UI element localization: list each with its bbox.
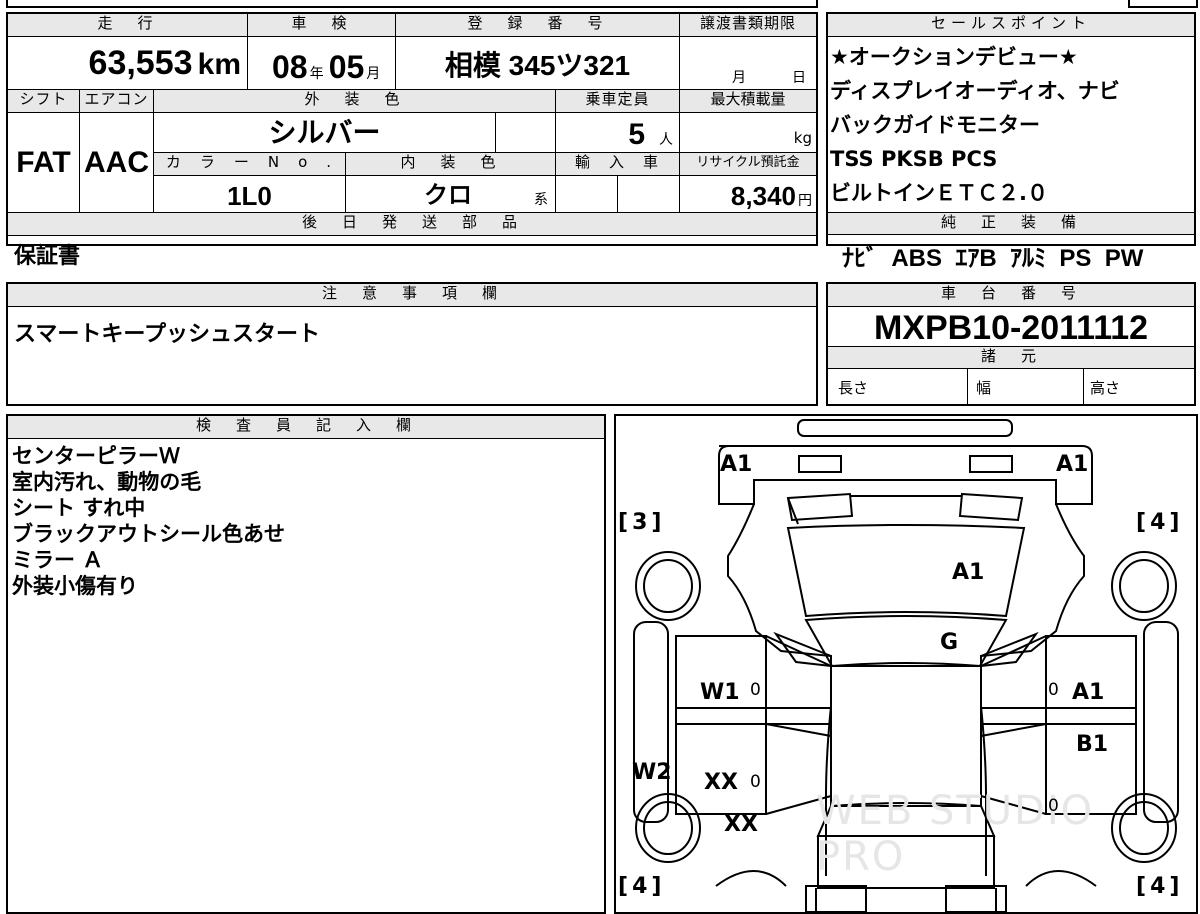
import-value-1	[556, 176, 618, 213]
shift-header: シフト	[8, 90, 80, 113]
spec-height: 高さ	[1090, 379, 1121, 397]
mark-left-front-door: W1	[700, 680, 740, 705]
chassis-box: 車 台 番 号 MXPB10-2011112 諸 元 長さ 幅 高さ	[826, 282, 1196, 406]
interior-color-value: クロ 系	[346, 176, 556, 213]
recycle-header: リサイクル預託金	[680, 153, 816, 176]
sales-point-item: TSS PKSB PCS	[830, 147, 998, 171]
capacity-header: 乗車定員	[556, 90, 680, 113]
registration-value: 相模 345ツ321	[396, 37, 680, 90]
registration-header: 登 録 番 号	[396, 14, 680, 37]
recycle-value: 8,340 円	[680, 176, 816, 213]
inspector-line: ミラー Ａ	[12, 548, 104, 572]
mileage-value: 63,553 km	[8, 37, 248, 90]
chassis-header: 車 台 番 号	[828, 284, 1194, 307]
transfer-deadline-header: 譲渡書類期限	[680, 14, 816, 37]
mark-left-rear-door: XX	[704, 770, 738, 795]
standard-equipment-header: 純 正 装 備	[828, 212, 1194, 235]
notes-header: 注 意 事 項 欄	[8, 284, 816, 307]
spec-width: 幅	[968, 369, 1084, 404]
standard-equipment-value: ﾅﾋﾞ ABS ｴｱB ｱﾙﾐ PS PW	[842, 245, 1144, 272]
tire-front-left: [3]	[618, 510, 666, 535]
zero-right-rear: 0	[1048, 796, 1059, 816]
spec-length: 長さ	[828, 369, 968, 404]
exterior-color-extra	[496, 113, 556, 153]
inspector-box: 検 査 員 記 入 欄 センターピラーＷ 室内汚れ、動物の毛 シート すれ中 ブラック…	[6, 414, 606, 914]
inspector-line: 外装小傷有り	[12, 574, 138, 598]
sales-point-item: ディスプレイオーディオ、ナビ	[830, 79, 1120, 103]
top-stub-left	[6, 0, 818, 8]
zero-right-front: 0	[1048, 680, 1059, 700]
mark-right-front-door: A1	[1072, 680, 1105, 705]
mark-left-pillar: W2	[632, 760, 672, 785]
max-load-header: 最大積載量	[680, 90, 816, 113]
exterior-color-header: 外 装 色	[154, 90, 556, 113]
import-value-2	[618, 176, 680, 213]
interior-color-header: 内 装 色	[346, 153, 556, 176]
tire-rear-right: [4]	[1136, 874, 1184, 899]
capacity-value: 5人	[556, 113, 680, 153]
inspection-header: 車 検	[248, 14, 396, 37]
inspector-lines: センターピラーＷ 室内汚れ、動物の毛 シート すれ中 ブラックアウトシール色あせ ミラー…	[12, 443, 285, 599]
notes-value: スマートキープッシュスタート	[14, 322, 321, 347]
inspection-value: 08 年 05 月	[248, 37, 396, 90]
import-header: 輸 入 車	[556, 153, 680, 176]
top-stub-right	[1128, 0, 1198, 8]
mark-front-right: A1	[1056, 452, 1089, 477]
color-no-header: カ ラ ー N o .	[154, 153, 346, 176]
sales-point-item: ★オークションデビュー★	[830, 45, 1078, 69]
damage-diagram: WEB STUDIO PRO [3] [4] [4] [4] A1 A1 A1 …	[614, 414, 1198, 914]
mark-windshield: G	[940, 630, 959, 655]
sales-point-item: バックガイドモニター	[830, 113, 1040, 137]
aircon-value: AAC	[80, 113, 154, 213]
sales-point-item: ビルトインＥＴＣ２.０	[830, 181, 1048, 205]
sales-points-header: セールスポイント	[828, 14, 1194, 37]
tire-rear-left: [4]	[618, 874, 666, 899]
sales-points-list: ★オークションデビュー★ ディスプレイオーディオ、ナビ バックガイドモニター TSS …	[830, 40, 1192, 210]
inspector-line: 室内汚れ、動物の毛	[12, 470, 202, 494]
max-load-value: kg	[680, 113, 816, 153]
later-parts-header: 後 日 発 送 部 品	[8, 213, 816, 236]
inspector-line: シート すれ中	[12, 496, 146, 520]
inspector-line: ブラックアウトシール色あせ	[12, 522, 285, 546]
shift-value: FAT	[8, 113, 80, 213]
tire-front-right: [4]	[1136, 510, 1184, 535]
watermark: WEB STUDIO PRO	[816, 788, 1095, 880]
mark-right-rear-door: B1	[1076, 732, 1109, 757]
sales-points-box: セールスポイント ★オークションデビュー★ ディスプレイオーディオ、ナビ バックガイ…	[826, 12, 1196, 272]
vehicle-info-table: 走 行 車 検 登 録 番 号 譲渡書類期限 63,553 km 08 年 05 月…	[6, 12, 818, 269]
exterior-color-value: シルバー	[154, 113, 496, 153]
inspector-header: 検 査 員 記 入 欄	[8, 416, 604, 439]
notes-box: 注 意 事 項 欄 スマートキープッシュスタート	[6, 282, 818, 406]
inspector-line: センターピラーＷ	[12, 444, 180, 468]
transfer-deadline-value: 月 日	[680, 37, 816, 90]
specs-header: 諸 元	[828, 347, 1194, 369]
mark-front-left: A1	[720, 452, 753, 477]
mark-hood: A1	[952, 560, 985, 585]
mileage-header: 走 行	[8, 14, 248, 37]
zero-left-rear: 0	[750, 772, 761, 792]
chassis-value: MXPB10-2011112	[828, 307, 1194, 347]
aircon-header: エアコン	[80, 90, 154, 113]
color-no-value: 1L0	[154, 176, 346, 213]
later-parts-value: 保証書	[14, 244, 81, 269]
zero-left-front: 0	[750, 680, 761, 700]
mark-left-rear-fender: XX	[724, 812, 758, 837]
